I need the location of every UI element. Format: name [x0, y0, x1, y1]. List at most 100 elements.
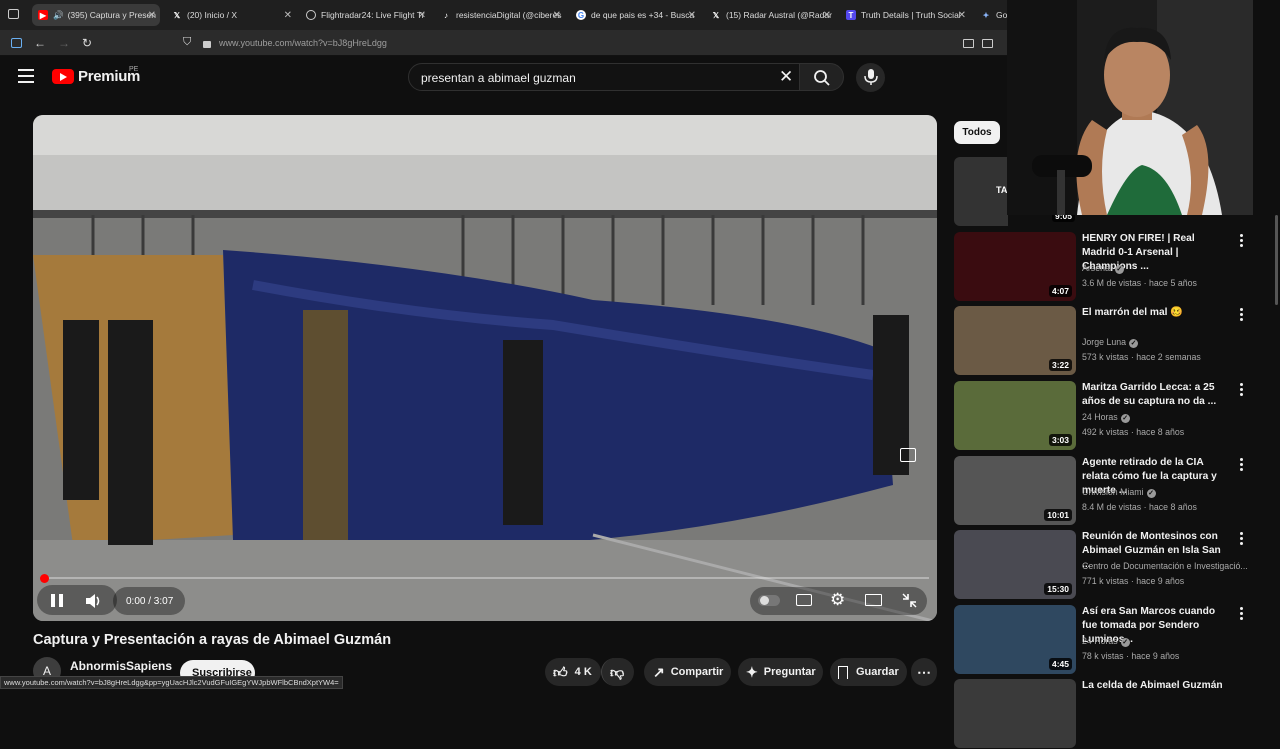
forward-icon[interactable]: →: [58, 36, 70, 50]
close-icon[interactable]: ✕: [284, 10, 292, 21]
duration-badge: 4:07: [1048, 285, 1072, 297]
settings-gear-icon[interactable]: ⚙: [830, 590, 845, 610]
video-frame: [33, 115, 937, 621]
more-options-icon[interactable]: [1238, 458, 1244, 472]
subtitles-icon[interactable]: [796, 594, 812, 606]
tab-google-search[interactable]: G de que pais es +34 - Busca ✕: [570, 4, 700, 26]
url-field[interactable]: www.youtube.com/watch?v=bJ8gHreLdgg: [219, 38, 387, 48]
tab-label: Truth Details | Truth Social: [861, 10, 961, 20]
scrollbar-thumb[interactable]: [1275, 215, 1278, 305]
webcam-overlay: [1007, 0, 1253, 215]
channel-name: Centro de Documentación e Investigació..…: [1082, 561, 1248, 571]
pause-icon[interactable]: [51, 594, 63, 607]
back-icon[interactable]: ←: [34, 36, 46, 50]
lock-icon[interactable]: [203, 41, 211, 48]
tab-label: resistenciaDigital (@ciberes: [456, 10, 562, 20]
volume-icon[interactable]: [85, 593, 103, 609]
dislike-button[interactable]: 👎︎: [601, 658, 634, 686]
voice-search-button[interactable]: [856, 63, 885, 92]
video-thumbnail[interactable]: 3:22: [954, 306, 1076, 375]
sidebar-toggle-icon[interactable]: [11, 38, 22, 48]
recommendation-channel[interactable]: Arsenal ✓: [1082, 263, 1124, 274]
picture-in-picture-icon[interactable]: [963, 39, 974, 48]
close-icon[interactable]: ✕: [148, 10, 156, 21]
share-button[interactable]: ↗ Compartir: [644, 658, 731, 686]
video-player[interactable]: [33, 115, 937, 621]
save-label: Guardar: [856, 666, 899, 678]
video-thumbnail[interactable]: 10:01: [954, 456, 1076, 525]
recommendation-channel[interactable]: 24 Horas ✓: [1082, 636, 1130, 647]
close-icon[interactable]: ✕: [418, 10, 426, 21]
streamer-image: [1007, 0, 1253, 215]
recommendation-item[interactable]: 3:22 El marrón del mal 🥴 Jorge Luna ✓ 573 k …: [954, 306, 1254, 376]
close-icon[interactable]: ✕: [823, 10, 831, 21]
video-thumbnail[interactable]: 3:03: [954, 381, 1076, 450]
first-rec-thumbnail[interactable]: TA: [954, 157, 1008, 226]
ask-button[interactable]: ✦ Preguntar: [738, 658, 823, 686]
youtube-logo-icon[interactable]: [52, 69, 74, 84]
tab-tiktok[interactable]: ♪ resistenciaDigital (@ciberes ✕: [435, 4, 565, 26]
recommendation-channel[interactable]: Centro de Documentación e Investigació..…: [1082, 561, 1248, 571]
more-options-icon[interactable]: [1238, 532, 1244, 546]
recommendation-title[interactable]: Maritza Garrido Lecca: a 25 años de su c…: [1082, 381, 1230, 409]
more-options-icon[interactable]: [1238, 607, 1244, 621]
close-icon[interactable]: ✕: [553, 10, 561, 21]
recommendation-channel[interactable]: 24 Horas ✓: [1082, 412, 1130, 423]
search-input[interactable]: presentan a abimael guzman: [421, 71, 576, 85]
progress-scrubber[interactable]: [40, 574, 49, 583]
tab-youtube[interactable]: ▶ 🔊 (395) Captura y Presen ✕: [32, 4, 160, 26]
tab-x-home[interactable]: 𝕏 (20) Inicio / X ✕: [166, 4, 296, 26]
clear-search-icon[interactable]: ✕: [779, 67, 793, 87]
more-options-icon[interactable]: [1238, 234, 1244, 248]
fullscreen-exit-icon[interactable]: [902, 593, 917, 608]
more-options-icon[interactable]: [1238, 308, 1244, 322]
recommendation-item[interactable]: 15:30 Reunión de Montesinos con Abimael G…: [954, 530, 1254, 600]
hamburger-menu-icon[interactable]: [18, 69, 34, 83]
search-button[interactable]: [799, 63, 844, 91]
more-actions-button[interactable]: ⋯: [911, 658, 937, 686]
reader-mode-icon[interactable]: [982, 39, 993, 48]
recommendation-item[interactable]: 4:45 Así era San Marcos cuando fue tomada…: [954, 605, 1254, 675]
recommendation-item[interactable]: 10:01 Agente retirado de la CIA relata có…: [954, 456, 1254, 526]
recommendation-item[interactable]: 4:07 HENRY ON FIRE! | Real Madrid 0-1 Ars…: [954, 232, 1254, 302]
globe-favicon-icon: [306, 10, 316, 20]
video-thumbnail[interactable]: [954, 679, 1076, 748]
autoplay-toggle[interactable]: [758, 595, 780, 606]
tab-label: (15) Radar Austral (@Radar: [726, 10, 832, 20]
duration-badge: 4:45: [1048, 658, 1072, 670]
shield-icon[interactable]: ⛉: [183, 36, 191, 49]
share-label: Compartir: [670, 666, 724, 678]
channel-name: 24 Horas: [1082, 412, 1118, 422]
video-thumbnail[interactable]: 15:30: [954, 530, 1076, 599]
recommendation-item[interactable]: La celda de Abimael Guzmán: [954, 679, 1254, 749]
recommendation-meta: 771 k vistas · hace 9 años: [1082, 576, 1185, 586]
tab-truth-social[interactable]: T Truth Details | Truth Social ✕: [840, 4, 970, 26]
channel-name[interactable]: AbnormisSapiens: [70, 659, 172, 673]
recommendation-title[interactable]: La celda de Abimael Guzmán: [1082, 679, 1230, 693]
reload-icon[interactable]: ↻: [82, 36, 92, 50]
recommendation-channel[interactable]: Univision Miami ✓: [1082, 487, 1156, 498]
tab-radar-austral[interactable]: 𝕏 (15) Radar Austral (@Radar ✕: [705, 4, 835, 26]
like-button[interactable]: 👍︎ 4 K: [545, 658, 601, 686]
recommendation-item[interactable]: 3:03 Maritza Garrido Lecca: a 25 años de …: [954, 381, 1254, 451]
progress-bar[interactable]: [41, 577, 929, 579]
video-thumbnail[interactable]: 4:07: [954, 232, 1076, 301]
tab-overview-icon[interactable]: [8, 9, 19, 19]
filter-chip-all[interactable]: Todos: [954, 121, 1000, 144]
close-icon[interactable]: ✕: [958, 10, 966, 21]
recommendation-channel[interactable]: Jorge Luna ✓: [1082, 337, 1139, 348]
more-options-icon[interactable]: [1238, 383, 1244, 397]
video-thumbnail[interactable]: 4:45: [954, 605, 1076, 674]
recommendation-meta: 8.4 M de vistas · hace 8 años: [1082, 502, 1197, 512]
address-bar: ← → ↻ ⛉ www.youtube.com/watch?v=bJ8gHreL…: [0, 30, 1010, 56]
expand-corner-icon[interactable]: [900, 448, 916, 462]
theater-mode-icon[interactable]: [865, 594, 882, 606]
tab-google[interactable]: ✦ Goo: [975, 4, 1010, 26]
recommendation-title[interactable]: El marrón del mal 🥴: [1082, 306, 1230, 320]
close-icon[interactable]: ✕: [688, 10, 696, 21]
country-code: PE: [129, 66, 139, 73]
tab-flightradar[interactable]: Flightradar24: Live Flight Tr ✕: [300, 4, 430, 26]
share-icon: ↗: [653, 663, 665, 680]
save-button[interactable]: Guardar: [830, 658, 907, 686]
play-pause-pill: [37, 585, 117, 615]
